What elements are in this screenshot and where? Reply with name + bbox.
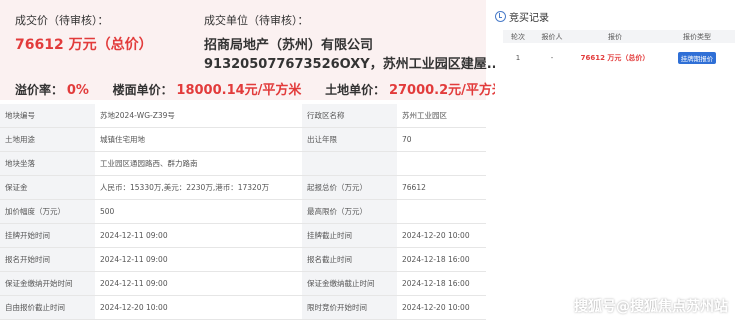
detail-row: 地块坐落 工业园区通园路西、群力路南: [0, 151, 486, 176]
detail-label: 行政区名称: [302, 104, 397, 128]
detail-value: 2024-12-11 09:00: [95, 223, 302, 248]
detail-label: 限时竞价开始时间: [302, 295, 397, 320]
detail-value: 2024-12-11 09:00: [95, 271, 302, 296]
bid-header-type: 报价类型: [659, 30, 735, 43]
bid-record-table: 轮次 报价人 报价 报价类型 1 - 76612 万元（总价） 挂牌期报价: [503, 30, 735, 73]
detail-label: 加价幅度（万元）: [0, 199, 95, 224]
deal-unit-label: 成交单位（待审核）：: [204, 14, 309, 27]
land-price-value: 27000.2元/平方米: [388, 83, 505, 98]
watermark: 搜狐号@搜狐焦点苏州站: [574, 299, 728, 315]
check-circle-icon: [495, 10, 506, 22]
detail-label: 报名截止时间: [302, 247, 397, 272]
bid-header-bidder: 报价人: [533, 30, 571, 43]
premium-rate-value: 0%: [66, 83, 89, 98]
detail-value: 76612: [397, 175, 486, 200]
detail-row: 土地用途 城镇住宅用地 出让年限 70: [0, 127, 486, 152]
detail-label: 挂牌截止时间: [302, 223, 397, 248]
detail-value: 苏州工业园区: [397, 104, 486, 128]
detail-row: 报名开始时间 2024-12-11 09:00 报名截止时间 2024-12-18 1…: [0, 247, 486, 272]
floor-price-value: 18000.14元/平方米: [176, 83, 302, 98]
bid-record-header: 竞买记录: [495, 8, 549, 24]
land-detail-table: 地块编号 苏地2024-WG-Z39号 行政区名称 苏州工业园区 土地用途 城镇住宅用地出…: [0, 104, 486, 320]
detail-label: 保证金: [0, 175, 95, 200]
detail-label: 保证金缴纳截止时间: [302, 271, 397, 296]
detail-value: [397, 151, 486, 176]
detail-value: 2024-12-11 09:00: [95, 247, 302, 272]
detail-label: 起报总价（万元）: [302, 175, 397, 200]
detail-value: 苏地2024-WG-Z39号: [95, 104, 302, 128]
detail-value: 人民币：15330万,美元：2230万,港币：17320万: [95, 175, 302, 200]
detail-row: 加价幅度（万元） 500 最高限价（万元）: [0, 199, 486, 224]
detail-label: 出让年限: [302, 127, 397, 152]
detail-label: 地块编号: [0, 104, 95, 128]
detail-label: [302, 151, 397, 176]
bid-header-price: 报价: [571, 30, 659, 43]
bid-table-header-row: 轮次 报价人 报价 报价类型: [503, 30, 735, 43]
detail-row: 自由报价截止时间 2024-12-20 10:00 限时竞价开始时间 2024-12-…: [0, 295, 486, 320]
detail-label: 地块坐落: [0, 151, 95, 176]
detail-value: 2024-12-18 16:00: [397, 271, 486, 296]
detail-label: 报名开始时间: [0, 247, 95, 272]
detail-value: 2024-12-18 16:00: [397, 247, 486, 272]
detail-label: 保证金缴纳开始时间: [0, 271, 95, 296]
detail-value: 500: [95, 199, 302, 224]
detail-value: [397, 199, 486, 224]
detail-row: 挂牌开始时间 2024-12-11 09:00 挂牌截止时间 2024-12-20 1…: [0, 223, 486, 248]
detail-label: 自由报价截止时间: [0, 295, 95, 320]
bid-record-panel: 竞买记录 轮次 报价人 报价 报价类型 1 - 76612 万元（总价） 挂牌期…: [495, 0, 740, 323]
bid-header-round: 轮次: [503, 30, 533, 43]
price-metrics-row: 溢价率： 0% 楼面单价： 18000.14元/平方米 土地单价： 27000.…: [15, 79, 505, 98]
bid-record-title: 竞买记录: [509, 12, 549, 24]
deal-price-value: 76612 万元（总价）: [15, 37, 153, 53]
company-name: 招商局地产（苏州）有限公司: [204, 38, 374, 53]
land-price-label: 土地单价：: [325, 83, 386, 97]
detail-value: 2024-12-20 10:00: [95, 295, 302, 320]
bid-bidder: -: [550, 54, 554, 62]
deal-price-label: 成交价（待审核）：: [15, 14, 109, 27]
bid-round: 1: [515, 54, 521, 62]
detail-label: 挂牌开始时间: [0, 223, 95, 248]
bid-price: 76612 万元（总价）: [580, 54, 650, 62]
detail-value: 2024-12-20 10:00: [397, 223, 486, 248]
detail-value: 工业园区通园路西、群力路南: [95, 151, 302, 176]
floor-price-label: 楼面单价：: [112, 83, 173, 97]
detail-value: 70: [397, 127, 486, 152]
detail-label: 土地用途: [0, 127, 95, 152]
detail-value: 城镇住宅用地: [95, 127, 302, 152]
bid-type-cell: 挂牌期报价: [659, 43, 735, 73]
company-code: 913205077673526OXY，苏州工业园区建屋...: [204, 57, 502, 72]
detail-value: 2024-12-20 10:00: [397, 295, 486, 320]
bid-type-badge: 挂牌期报价: [677, 52, 717, 64]
detail-row: 保证金 人民币：15330万,美元：2230万,港币：17320万 起报总价（万元）…: [0, 175, 486, 200]
detail-label: 最高限价（万元）: [302, 199, 397, 224]
premium-rate-label: 溢价率：: [15, 83, 64, 97]
bid-row: 1 - 76612 万元（总价） 挂牌期报价: [503, 43, 735, 73]
detail-row: 地块编号 苏地2024-WG-Z39号 行政区名称 苏州工业园区: [0, 104, 486, 128]
detail-row: 保证金缴纳开始时间 2024-12-11 09:00 保证金缴纳截止时间 2024-1…: [0, 271, 486, 296]
transaction-summary: 成交价（待审核）： 76612 万元（总价） 成交单位（待审核）： 招商局地产（…: [0, 0, 505, 100]
